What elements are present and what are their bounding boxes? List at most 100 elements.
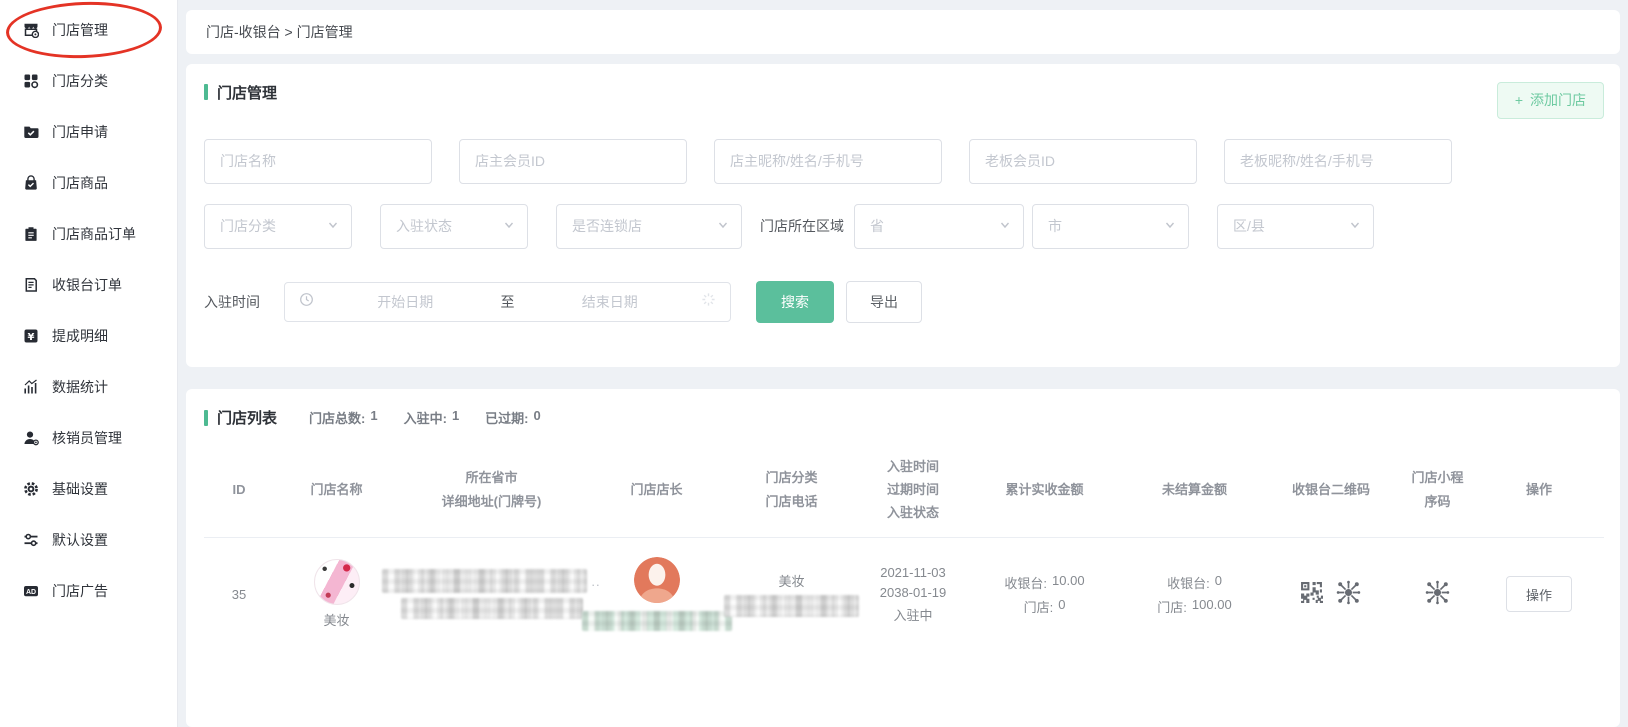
sidebar-item-store-apply[interactable]: 门店申请 [0,106,177,157]
sidebar-item-basic-settings[interactable]: 基础设置 [0,463,177,514]
cell-actions: 操作 [1485,538,1593,650]
cell-id: 35 [204,538,274,650]
col-received-amount: 累计实收金额 [972,442,1117,537]
select-placeholder: 入驻状态 [396,216,452,236]
end-date-placeholder: 结束日期 [519,292,702,312]
plus-icon: + [1515,92,1523,108]
sidebar-item-verifier-manage[interactable]: 核销员管理 [0,412,177,463]
col-cashier-qr: 收银台二维码 [1272,442,1390,537]
cell-address: .. [399,538,584,650]
select-placeholder: 是否连锁店 [572,216,642,236]
sidebar-item-label: 提成明细 [52,326,108,346]
person-avatar [634,557,680,606]
sidebar-item-data-statistics[interactable]: 数据统计 [0,361,177,412]
sidebar-item-label: 基础设置 [52,479,108,499]
col-entry-time: 入驻时间 过期时间 入驻状态 [854,442,972,537]
receipt-icon [22,276,39,293]
select-placeholder: 省 [870,216,884,236]
filter-card: 门店管理 + 添加门店 门店分类 入驻状态 [186,64,1620,367]
sidebar-item-label: 默认设置 [52,530,108,550]
clock-icon [299,292,314,312]
main-area: 门店-收银台 > 门店管理 门店管理 + 添加门店 门店 [178,0,1628,727]
add-store-label: 添加门店 [1530,90,1586,110]
chevron-down-icon [1349,218,1361,234]
spinner-icon [701,292,716,312]
select-placeholder: 门店分类 [220,216,276,236]
chevron-down-icon [503,218,515,234]
select-placeholder: 区/县 [1233,216,1265,236]
store-name-input[interactable] [204,139,432,184]
mini-program-code-icon[interactable] [1424,579,1451,609]
stat-total-label: 门店总数: [309,408,365,427]
stat-active-value: 1 [452,408,459,427]
district-select[interactable]: 区/县 [1217,204,1374,249]
date-separator: 至 [497,292,519,312]
row-action-button[interactable]: 操作 [1506,576,1572,612]
svg-text:¥: ¥ [27,331,34,342]
cell-miniprogram-code [1390,538,1485,650]
store-name: 美妆 [323,610,349,629]
qr-code-icon[interactable] [1300,581,1323,607]
sidebar-item-label: 收银台订单 [52,275,122,295]
ad-badge-icon: AD [22,582,39,599]
commission-yen-icon: ¥ [22,327,39,344]
sidebar-item-label: 门店商品订单 [52,224,136,244]
section-marker [204,84,208,100]
owner-member-id-input[interactable] [459,139,687,184]
sidebar-item-store-category[interactable]: 门店分类 [0,55,177,106]
storefront-icon [22,21,39,38]
sidebar-item-label: 核销员管理 [52,428,122,448]
chevron-down-icon [327,218,339,234]
gear-icon [22,480,39,497]
region-label: 门店所在区域 [760,216,844,236]
col-category-phone: 门店分类 门店电话 [729,442,854,537]
sidebar-item-cashier-orders[interactable]: 收银台订单 [0,259,177,310]
cell-cashier-qr [1272,538,1390,650]
stat-total-value: 1 [370,408,377,427]
svg-text:AD: AD [25,588,35,595]
chain-store-select[interactable]: 是否连锁店 [556,204,742,249]
sidebar-item-commission-detail[interactable]: ¥ 提成明细 [0,310,177,361]
store-category-select[interactable]: 门店分类 [204,204,352,249]
export-button[interactable]: 导出 [846,281,922,323]
sidebar-item-default-settings[interactable]: 默认设置 [0,514,177,565]
sidebar-item-store-goods[interactable]: 门店商品 [0,157,177,208]
city-select[interactable]: 市 [1032,204,1189,249]
entry-status-select[interactable]: 入驻状态 [380,204,528,249]
sliders-icon [22,531,39,548]
bag-check-icon [22,174,39,191]
chevron-down-icon [717,218,729,234]
start-date-placeholder: 开始日期 [314,292,497,312]
chevron-down-icon [999,218,1011,234]
search-button[interactable]: 搜索 [756,281,834,323]
owner-nickname-input[interactable] [714,139,942,184]
stat-expired-value: 0 [534,408,541,427]
boss-nickname-input[interactable] [1224,139,1452,184]
address-line1-redacted [382,569,587,593]
col-miniprogram-code: 门店小程 序码 [1390,442,1485,537]
col-id: ID [204,442,274,537]
cell-manager [584,538,729,650]
store-id: 35 [232,587,246,602]
add-store-button[interactable]: + 添加门店 [1497,82,1604,119]
expire-date: 2038-01-19 [880,585,947,600]
sidebar-item-label: 门店商品 [52,173,108,193]
date-range-picker[interactable]: 开始日期 至 结束日期 [284,282,731,322]
sidebar-item-store-manage[interactable]: 门店管理 [0,4,177,55]
sidebar-item-store-goods-orders[interactable]: 门店商品订单 [0,208,177,259]
entry-time-label: 入驻时间 [204,292,260,312]
cell-received-amount: 收银台:10.00 门店:0 [972,538,1117,650]
address-line2-redacted [401,598,583,619]
boss-member-id-input[interactable] [969,139,1197,184]
chevron-down-icon [1164,218,1176,234]
sidebar-item-store-ads[interactable]: AD 门店广告 [0,565,177,616]
section-marker [204,410,208,426]
cell-category-phone: 美妆 [729,538,854,650]
mini-program-code-icon[interactable] [1335,579,1362,609]
province-select[interactable]: 省 [854,204,1024,249]
phone-redacted [724,595,859,617]
sidebar-item-label: 门店申请 [52,122,108,142]
select-placeholder: 市 [1048,216,1062,236]
store-avatar [314,559,360,605]
breadcrumb: 门店-收银台 > 门店管理 [186,10,1620,54]
